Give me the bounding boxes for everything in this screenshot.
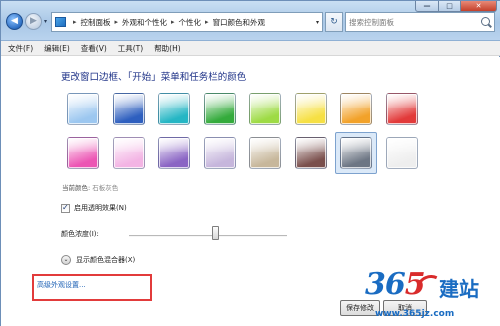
color-swatch-blush[interactable]: [113, 137, 145, 169]
control-panel-icon: [55, 17, 66, 27]
menu-help[interactable]: 帮助(H): [154, 43, 181, 54]
close-button[interactable]: ✕: [460, 1, 497, 12]
color-swatch-lavender[interactable]: [204, 137, 236, 169]
breadcrumb-item-appearance[interactable]: 外观和个性化: [122, 17, 167, 28]
breadcrumb-dropdown-icon[interactable]: ▾: [316, 19, 319, 26]
address-bar-area: ◀ ▶ ▾ ▸ 控制面板 ▸ 外观和个性化 ▸ 个性化 ▸ 窗口颜色和外观 ▾ …: [1, 1, 500, 41]
menu-view[interactable]: 查看(V): [81, 43, 107, 54]
watermark-number: 365: [365, 267, 426, 302]
menu-bar: 文件(F) 编辑(E) 查看(V) 工具(T) 帮助(H): [1, 41, 500, 56]
current-color-value: 石板灰色: [92, 184, 119, 192]
maximize-button[interactable]: □: [438, 1, 461, 12]
search-icon[interactable]: [481, 17, 490, 26]
refresh-button[interactable]: ↻: [325, 12, 343, 32]
history-dropdown-icon[interactable]: ▾: [44, 18, 47, 25]
search-input[interactable]: [346, 13, 474, 31]
minimize-icon: —: [423, 2, 431, 10]
color-mixer-label: 显示颜色混合器(X): [76, 256, 136, 264]
color-swatch-twilight[interactable]: [113, 93, 145, 125]
breadcrumb[interactable]: ▸ 控制面板 ▸ 外观和个性化 ▸ 个性化 ▸ 窗口颜色和外观 ▾: [51, 12, 323, 32]
close-icon: ✕: [475, 2, 482, 10]
color-swatch-frost[interactable]: [386, 137, 418, 169]
breadcrumb-separator-icon[interactable]: ▸: [115, 18, 119, 26]
page-title: 更改窗口边框、「开始」菜单和任务栏的颜色: [61, 72, 247, 83]
color-swatch-chocolate[interactable]: [295, 137, 327, 169]
breadcrumb-item-window-color[interactable]: 窗口颜色和外观: [213, 17, 266, 28]
current-color-label: 当前颜色:: [62, 184, 91, 192]
transparency-label: 启用透明效果(N): [74, 204, 127, 212]
forward-arrow-icon: ▶: [30, 16, 37, 26]
watermark-brand: 建站: [439, 277, 479, 301]
color-swatch-fuchsia[interactable]: [67, 137, 99, 169]
menu-file[interactable]: 文件(F): [8, 43, 33, 54]
color-mixer-toggle[interactable]: ⌄ 显示颜色混合器(X): [61, 255, 135, 265]
control-panel-window: ◀ ▶ ▾ ▸ 控制面板 ▸ 外观和个性化 ▸ 个性化 ▸ 窗口颜色和外观 ▾ …: [0, 0, 500, 326]
menu-edit[interactable]: 编辑(E): [44, 43, 70, 54]
color-swatch-pumpkin[interactable]: [340, 93, 372, 125]
watermark-logo: 365 建站 www.365jz.com: [361, 267, 500, 326]
menu-tools[interactable]: 工具(T): [118, 43, 143, 54]
intensity-slider-thumb[interactable]: [212, 226, 219, 240]
breadcrumb-separator-icon: ▸: [73, 18, 77, 26]
intensity-slider-track[interactable]: [129, 235, 287, 237]
color-swatch-slate[interactable]: [340, 137, 372, 169]
intensity-label: 颜色浓度(I):: [61, 230, 99, 238]
minimize-button[interactable]: —: [415, 1, 439, 12]
watermark-number-b: 5: [404, 267, 426, 302]
watermark-number-a: 36: [365, 267, 406, 302]
transparency-checkbox[interactable]: [61, 203, 70, 213]
chevron-down-icon[interactable]: ⌄: [61, 255, 71, 265]
color-swatch-leaf[interactable]: [204, 93, 236, 125]
breadcrumb-separator-icon[interactable]: ▸: [171, 18, 175, 26]
color-swatch-sea[interactable]: [158, 93, 190, 125]
color-swatch-lime[interactable]: [249, 93, 281, 125]
forward-button[interactable]: ▶: [25, 13, 42, 30]
color-swatch-lemon[interactable]: [295, 93, 327, 125]
current-color-text: 当前颜色: 石板灰色: [62, 182, 118, 192]
color-swatch-sky[interactable]: [67, 93, 99, 125]
advanced-appearance-link[interactable]: 高级外观设置...: [37, 280, 86, 290]
breadcrumb-item-personalization[interactable]: 个性化: [179, 17, 202, 28]
color-swatch-taupe[interactable]: [249, 137, 281, 169]
color-swatch-violet[interactable]: [158, 137, 190, 169]
breadcrumb-item-control-panel[interactable]: 控制面板: [81, 17, 111, 28]
color-swatch-ruby[interactable]: [386, 93, 418, 125]
back-arrow-icon: ◀: [11, 16, 18, 26]
search-box: [345, 12, 495, 32]
watermark-url: www.365jz.com: [375, 309, 455, 319]
back-button[interactable]: ◀: [6, 13, 23, 30]
transparency-option[interactable]: 启用透明效果(N): [61, 203, 127, 213]
breadcrumb-separator-icon[interactable]: ▸: [205, 18, 209, 26]
maximize-icon: □: [446, 2, 453, 10]
